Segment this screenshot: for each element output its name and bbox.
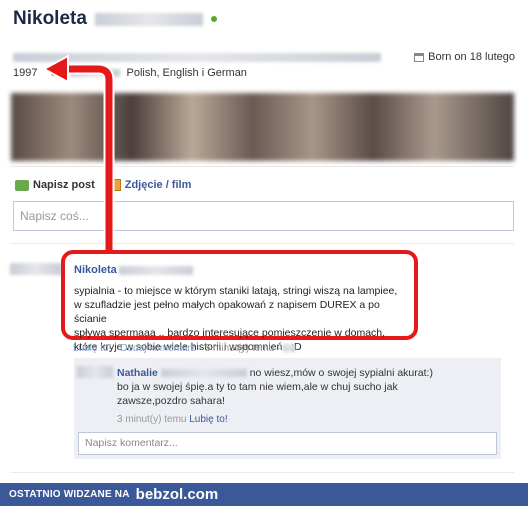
divider [11, 243, 514, 244]
status-input[interactable]: Napisz coś... [13, 201, 514, 231]
profile-info-row: Born on 18 lutego [13, 50, 515, 64]
blurred-icon [283, 344, 296, 353]
blurred-surname [160, 369, 247, 378]
comments-section: Nathalie no wiesz,mów o swojej sypialni … [74, 358, 501, 459]
story-line: spływa spermaaa .. bardzo interesujące p… [74, 327, 386, 339]
blurred-surname [94, 12, 203, 26]
comment-input[interactable]: Napisz komentarz... [78, 432, 497, 455]
story-highlight-box: Nikoleta sypialnia - to miejsce w którym… [61, 250, 418, 353]
blurred-info [13, 52, 381, 62]
like-link[interactable]: Lubię to! [73, 343, 111, 354]
languages-text: Polish, English i German [126, 67, 247, 79]
blurred-avatar [10, 263, 62, 275]
story-time: 5 minut(y) temu [204, 343, 275, 354]
comment-meta: 3 minut(y) temu Lubię to! [117, 414, 228, 425]
story-actions: Lubię to! · Dodaj komentarz · 5 minut(y)… [73, 343, 296, 355]
photo-icon [108, 179, 121, 191]
comment-author[interactable]: Nathalie [117, 367, 158, 379]
footer-label: OSTATNIO WIDZANE NA [9, 489, 130, 500]
speech-bubble-icon [15, 179, 29, 191]
composer-tabs: Napisz post Zdjęcie / film [15, 177, 191, 193]
add-comment-link[interactable]: Dodaj komentarz [120, 343, 196, 354]
story-line: sypialnia - to miejsce w którym staniki … [74, 285, 398, 297]
watermark-footer: OSTATNIO WIDZANE NA bebzol.com [0, 483, 528, 506]
separator: · [274, 343, 284, 354]
comment-body: Nathalie no wiesz,mów o swojej sypialni … [117, 366, 497, 408]
comment-time: 3 minut(y) temu [117, 414, 187, 425]
comment: Nathalie no wiesz,mów o swojej sypialni … [74, 362, 501, 428]
profile-header: Nikoleta [13, 7, 217, 31]
comment-line: zawsze,pozdro sahara! [117, 395, 225, 407]
blurred-avatar [77, 366, 113, 378]
birthday-text: Born on 18 lutego [428, 51, 515, 63]
profile-name[interactable]: Nikoleta [13, 8, 87, 30]
blurred-surname [118, 265, 193, 275]
footer-brand-logo[interactable]: bebzol.com [136, 486, 219, 503]
photo-strip[interactable] [11, 93, 514, 161]
story-line: w szufladzie jest pełno małych opakowań … [74, 299, 380, 325]
calendar-icon [414, 52, 425, 62]
divider [11, 166, 514, 167]
blurred-info [70, 69, 121, 77]
birth-year: 1997 [13, 67, 38, 79]
divider [11, 472, 514, 473]
comment-like-link[interactable]: Lubię to! [189, 414, 227, 425]
tab-photo-label: Zdjęcie / film [124, 179, 192, 191]
profile-info-row-2: 1997 Polish, English i German [13, 65, 515, 81]
tab-post-label: Napisz post [33, 179, 95, 191]
language-icon [51, 70, 57, 76]
tab-post[interactable]: Napisz post [15, 179, 95, 191]
tab-photo[interactable]: Zdjęcie / film [108, 179, 192, 191]
comment-line: bo ja w swojej śpię.a ty to tam nie wiem… [117, 381, 398, 393]
separator: · [195, 343, 205, 354]
comment-text: no wiesz,mów o swojej sypialni akurat:) [249, 367, 433, 379]
online-status-icon [210, 16, 217, 22]
separator: · [111, 343, 121, 354]
story-author[interactable]: Nikoleta [74, 264, 117, 276]
